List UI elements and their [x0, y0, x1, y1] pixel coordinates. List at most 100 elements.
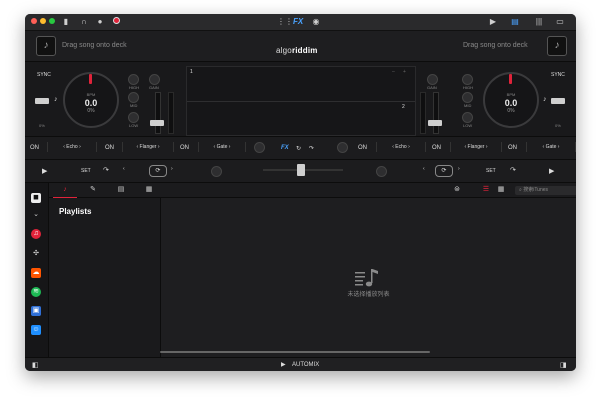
- right-volume-thumb[interactable]: [428, 120, 442, 126]
- right-deck-artwork[interactable]: ♪: [547, 36, 567, 56]
- levels-icon[interactable]: ▮: [61, 17, 71, 27]
- right-note-icon[interactable]: ♪: [543, 96, 547, 103]
- fx-button[interactable]: FX: [293, 17, 303, 27]
- right-jog-wheel[interactable]: BPM 0.0 0%: [483, 72, 539, 128]
- right-fx1-select[interactable]: ‹ Echo ›: [376, 142, 426, 152]
- waveform-area[interactable]: 1 2 – +: [186, 66, 416, 136]
- left-bpm-value: 0.0: [84, 98, 98, 108]
- left-loop-prev[interactable]: ‹: [123, 166, 125, 172]
- right-fx1-on[interactable]: ON: [358, 145, 367, 151]
- left-gain-knob[interactable]: [149, 74, 160, 85]
- record-icon[interactable]: [111, 17, 121, 27]
- right-fx-knob[interactable]: [337, 142, 348, 153]
- right-set-cue[interactable]: SET: [486, 168, 496, 174]
- left-eq-high-label: HIGH: [129, 85, 139, 90]
- video-icon[interactable]: ▶: [488, 17, 498, 27]
- left-pitch-slider[interactable]: [35, 98, 49, 104]
- spotify-icon[interactable]: ≋: [31, 287, 41, 297]
- layout-icon[interactable]: ▤: [510, 17, 520, 27]
- right-eq-low-knob[interactable]: [462, 112, 473, 123]
- zoom-window-button[interactable]: [49, 18, 55, 24]
- screen-icon[interactable]: ▭: [555, 17, 565, 27]
- minimize-window-button[interactable]: [40, 18, 46, 24]
- left-filter-knob[interactable]: [211, 166, 222, 177]
- tab-music[interactable]: ♪: [53, 183, 77, 198]
- sampler-icon[interactable]: ◉: [311, 17, 321, 27]
- library-toolbar: ♪ ✎ ▤ ▦ ⊜ ☰ ▦ ⌕ 搜索iTunes: [49, 183, 576, 198]
- soundcloud-icon[interactable]: ☁: [31, 268, 41, 278]
- left-play-button[interactable]: ▶: [42, 167, 47, 175]
- headphones-icon[interactable]: ∩: [79, 17, 89, 27]
- right-filter-knob[interactable]: [376, 166, 387, 177]
- left-eq-high-knob[interactable]: [128, 74, 139, 85]
- left-volume-thumb[interactable]: [150, 120, 164, 126]
- left-loop-button[interactable]: ⟳: [149, 165, 167, 177]
- files-icon[interactable]: ▣: [31, 306, 41, 316]
- tab-file[interactable]: ▤: [109, 183, 133, 197]
- close-window-button[interactable]: [31, 18, 37, 24]
- right-volume-fader[interactable]: [433, 92, 439, 134]
- left-fx1-on[interactable]: ON: [30, 145, 39, 151]
- music-library-icon[interactable]: ◼: [31, 193, 41, 203]
- crossfader-thumb[interactable]: [297, 164, 305, 176]
- left-eq-mid-knob[interactable]: [128, 92, 139, 103]
- left-volume-fader[interactable]: [155, 92, 161, 134]
- deck-load-row: ♪ Drag song onto deck algoriddim Drag so…: [25, 31, 576, 62]
- apple-music-icon[interactable]: ♫: [31, 229, 41, 239]
- left-fx2-select[interactable]: ‹ Flanger ›: [122, 142, 174, 152]
- panel-toggle-icon[interactable]: ◨: [560, 361, 567, 369]
- left-cue-arrow-icon[interactable]: ↷: [103, 166, 109, 174]
- right-cue-arrow-icon[interactable]: ↷: [510, 166, 516, 174]
- left-sync-button[interactable]: SYNC: [37, 72, 51, 78]
- tab-edit[interactable]: ✎: [81, 183, 105, 197]
- grid-view-icon[interactable]: ▦: [489, 183, 513, 197]
- right-eq-mid-knob[interactable]: [462, 92, 473, 103]
- collapse-chevron-icon[interactable]: ⌄: [31, 210, 41, 220]
- horizontal-scrollbar[interactable]: [160, 351, 430, 353]
- waveform-plus-icon[interactable]: +: [403, 69, 406, 75]
- center-fx-curve-icon[interactable]: ↷: [309, 145, 314, 152]
- finder-icon[interactable]: ☺: [31, 325, 41, 335]
- right-play-button[interactable]: ▶: [549, 167, 554, 175]
- right-sync-button[interactable]: SYNC: [551, 72, 565, 78]
- left-deck-artwork[interactable]: ♪: [36, 36, 56, 56]
- right-fx3-select[interactable]: ‹ Gate ›: [526, 142, 576, 152]
- waveform-minus-icon[interactable]: –: [392, 69, 395, 75]
- right-eq-high-label: HIGH: [463, 85, 473, 90]
- right-loop-prev[interactable]: ‹: [423, 166, 425, 172]
- library-icon[interactable]: |||: [534, 17, 544, 27]
- left-fx3-select[interactable]: ‹ Gate ›: [198, 142, 246, 152]
- filter-icon[interactable]: ⊜: [445, 183, 469, 197]
- automix-play-icon[interactable]: ▶: [281, 361, 286, 368]
- microphone-icon[interactable]: ●: [95, 17, 105, 27]
- tidal-icon[interactable]: ✣: [31, 249, 41, 259]
- right-loop-next[interactable]: ›: [458, 166, 460, 172]
- right-deck-placeholder[interactable]: Drag song onto deck: [463, 42, 528, 49]
- sidebar-toggle-icon[interactable]: ◧: [32, 361, 39, 369]
- left-loop-next[interactable]: ›: [171, 166, 173, 172]
- left-fx3-on[interactable]: ON: [180, 145, 189, 151]
- playlists-title: Playlists: [59, 207, 92, 216]
- right-eq-high-knob[interactable]: [462, 74, 473, 85]
- left-jog-wheel[interactable]: BPM 0.0 0%: [63, 72, 119, 128]
- search-input[interactable]: ⌕ 搜索iTunes: [515, 186, 576, 195]
- left-set-cue[interactable]: SET: [81, 168, 91, 174]
- right-fx2-name: Flanger: [467, 144, 485, 150]
- right-fx2-select[interactable]: ‹ Flanger ›: [450, 142, 502, 152]
- grid-icon[interactable]: ⋮⋮: [277, 17, 293, 27]
- right-gain-knob[interactable]: [427, 74, 438, 85]
- left-deck-placeholder[interactable]: Drag song onto deck: [62, 42, 127, 49]
- right-pitch-slider[interactable]: [551, 98, 565, 104]
- right-fx3-on[interactable]: ON: [508, 145, 517, 151]
- left-fx2-on[interactable]: ON: [105, 145, 114, 151]
- right-loop-button[interactable]: ⟳: [435, 165, 453, 177]
- left-fx-knob[interactable]: [254, 142, 265, 153]
- left-eq-low-knob[interactable]: [128, 112, 139, 123]
- left-note-icon[interactable]: ♪: [54, 96, 58, 103]
- tab-history[interactable]: ▦: [137, 183, 161, 197]
- center-fx-loop-icon[interactable]: ↻: [296, 145, 301, 152]
- automix-button[interactable]: AUTOMIX: [292, 362, 319, 368]
- right-fx2-on[interactable]: ON: [432, 145, 441, 151]
- left-fx1-select[interactable]: ‹ Echo ›: [47, 142, 97, 152]
- center-fx-button[interactable]: FX: [281, 145, 289, 151]
